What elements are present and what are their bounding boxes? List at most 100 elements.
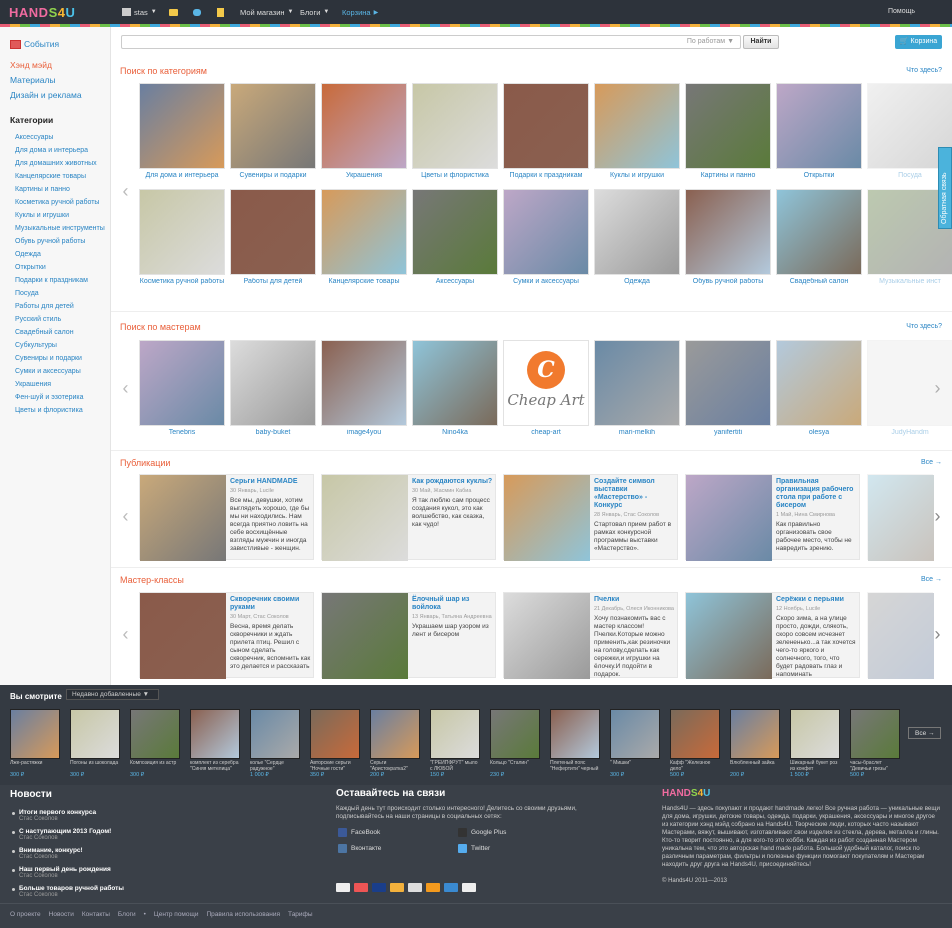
category-label[interactable]: Куклы и игрушки [594, 172, 680, 179]
news-item-title[interactable]: Больше товаров ручной работы [19, 885, 322, 892]
sidebar-category-item[interactable]: Куклы и игрушки [15, 209, 111, 222]
category-tile[interactable]: Цветы и флористика [412, 83, 498, 179]
master-label[interactable]: baby-buket [230, 429, 316, 436]
category-tile[interactable]: Работы для детей [230, 189, 316, 285]
viewed-item[interactable]: Композиция из астр 300 ₽ [130, 709, 180, 778]
viewed-item[interactable]: Кольцо "Сталин" 230 ₽ [490, 709, 540, 778]
gplus-link[interactable]: Google Plus [458, 828, 506, 837]
vk-link[interactable]: Вконтакте [338, 844, 381, 853]
footer-link[interactable]: Новости [49, 911, 74, 918]
categories-hint-link[interactable]: Что здесь? [906, 67, 942, 74]
sidebar-category-item[interactable]: Русский стиль [15, 313, 111, 326]
viewed-item-name[interactable]: Композиция из астр [130, 760, 180, 772]
master-tile[interactable]: Tenebris [139, 340, 225, 436]
sidebar-category-item[interactable]: Фен-шуй и эзотерика [15, 391, 111, 404]
viewed-item-name[interactable]: Влюбленный зайка [730, 760, 780, 772]
news-item-title[interactable]: Итоги первого конкурса [19, 809, 322, 816]
publications-all-link[interactable]: Все → [921, 459, 942, 466]
master-tile[interactable]: JudyHandm [867, 340, 952, 436]
category-tile[interactable]: Свадебный салон [776, 189, 862, 285]
blogs-menu[interactable]: Блоги ▼ [300, 0, 329, 24]
category-tile[interactable]: Канцелярские товары [321, 189, 407, 285]
publication-card[interactable]: Серьги HANDMADE 30 Январь, Lucile Все мы, … [139, 474, 314, 561]
category-label[interactable]: Канцелярские товары [321, 278, 407, 285]
masterclasses-next-arrow[interactable]: › [933, 620, 942, 648]
publication-title[interactable]: Правильная организация рабочего стола пр… [776, 478, 858, 553]
cart-button[interactable]: 🛒 Корзина [895, 35, 942, 49]
category-label[interactable]: Подарки к праздникам [503, 172, 589, 179]
viewed-item-name[interactable]: Плетеный пояс "Нефертити" черный макраме [550, 760, 600, 772]
category-tile[interactable]: Косметика ручной работы [139, 189, 225, 285]
publication-title[interactable]: Как рождаются куклы? 30 Май, Жасмин Кабиа… [412, 478, 494, 529]
publication-title[interactable]: Создайте символ выставки «Мастерство» - … [594, 478, 676, 553]
masterclass-title[interactable]: Ёлочный шар из войлока 13 Январь, Татьяна… [412, 596, 494, 639]
footer-link[interactable]: Центр помощи [154, 911, 199, 918]
sidebar-category-item[interactable]: Для домашних животных [15, 157, 111, 170]
news-item[interactable]: Внимание, конкурс! Стас Соколов [12, 847, 322, 866]
news-item[interactable]: Больше товаров ручной работы Стас Соколов [12, 885, 322, 904]
masterclass-card[interactable]: Ёлочный шар из войлока 13 Январь, Татьяна… [321, 592, 496, 679]
sidebar-category-item[interactable]: Субкультуры [15, 339, 111, 352]
viewed-item-name[interactable]: Погоны из шоколада [70, 760, 120, 772]
master-tile[interactable]: image4you [321, 340, 407, 436]
viewed-item[interactable]: Шикарный букет роз из конфет 1 500 ₽ [790, 709, 840, 778]
design-link[interactable]: Дизайн и реклама [10, 88, 82, 103]
recently-viewed-select[interactable]: Недавно добавленные ▼ [66, 689, 159, 700]
category-label[interactable]: Открытки [776, 172, 862, 179]
masterclass-title[interactable]: Пчелки 21 Декабрь, Олеся Иконникова Хочу п… [594, 596, 676, 679]
viewed-item[interactable]: " Мишки" 300 ₽ [610, 709, 660, 778]
shop-icon[interactable] [169, 0, 178, 24]
viewed-item-name[interactable]: Кафф "Железное дело" [670, 760, 720, 772]
master-label[interactable]: olesya [776, 429, 862, 436]
master-tile[interactable]: yanifertiti [685, 340, 771, 436]
footer-link[interactable]: Правила использования [207, 911, 281, 918]
masterclass-card[interactable] [867, 592, 934, 679]
category-label[interactable]: Работы для детей [230, 278, 316, 285]
master-tile[interactable]: Nino4ka [412, 340, 498, 436]
news-item-title[interactable]: Внимание, конкурс! [19, 847, 322, 854]
category-label[interactable]: Для дома и интерьера [139, 172, 225, 179]
master-tile[interactable]: baby-buket [230, 340, 316, 436]
masterclass-card[interactable]: Пчелки 21 Декабрь, Олеся Иконникова Хочу п… [503, 592, 678, 679]
category-tile[interactable]: Одежда [594, 189, 680, 285]
categories-prev-arrow[interactable]: ‹ [121, 177, 130, 205]
footer-link[interactable]: Тарифы [288, 911, 313, 918]
sidebar-category-item[interactable]: Подарки к праздникам [15, 274, 111, 287]
messages-icon[interactable] [193, 0, 201, 24]
master-label[interactable]: mari-melkih [594, 429, 680, 436]
sidebar-category-item[interactable]: Сумки и аксессуары [15, 365, 111, 378]
category-label[interactable]: Цветы и флористика [412, 172, 498, 179]
viewed-item-name[interactable]: Кольцо "Сталин" [490, 760, 540, 772]
viewed-item-name[interactable]: Шикарный букет роз из конфет [790, 760, 840, 772]
category-label[interactable]: Свадебный салон [776, 278, 862, 285]
news-item[interactable]: Итоги первого конкурса Стас Соколов [12, 809, 322, 828]
materials-link[interactable]: Материалы [10, 73, 82, 88]
viewed-item[interactable]: Авторские серьги "Ночные гости" 350 ₽ [310, 709, 360, 778]
sidebar-category-item[interactable]: Картины и панно [15, 183, 111, 196]
viewed-item[interactable]: "ГРЕЙПФРУТ" мыло с ЛЮБОЙ 150 ₽ [430, 709, 480, 778]
help-link[interactable]: Помощь [888, 8, 915, 15]
category-label[interactable]: Аксессуары [412, 278, 498, 285]
master-tile[interactable]: C Cheap Art cheap-art [503, 340, 589, 436]
recently-viewed-more-button[interactable]: Все → [908, 727, 941, 739]
viewed-item-name[interactable]: колье "Сердце радужное" [250, 760, 300, 772]
category-label[interactable]: Одежда [594, 278, 680, 285]
events-link[interactable]: События [10, 37, 82, 52]
viewed-item[interactable]: Плетеный пояс "Нефертити" черный макраме [550, 709, 600, 772]
publication-card[interactable]: Как рождаются куклы? 30 Май, Жасмин Кабиа… [321, 474, 496, 561]
category-tile[interactable]: Куклы и игрушки [594, 83, 680, 179]
category-tile[interactable]: Картины и панно [685, 83, 771, 179]
master-tile[interactable]: mari-melkih [594, 340, 680, 436]
sidebar-category-item[interactable]: Сувениры и подарки [15, 352, 111, 365]
sidebar-category-item[interactable]: Посуда [15, 287, 111, 300]
sidebar-category-item[interactable]: Украшения [15, 378, 111, 391]
publication-title[interactable]: Серьги HANDMADE 30 Январь, Lucile Все мы, … [230, 478, 312, 553]
twitter-link[interactable]: Twitter [458, 844, 490, 853]
category-tile[interactable]: Аксессуары [412, 189, 498, 285]
search-input[interactable]: По работам ▼ [121, 35, 741, 49]
news-item[interactable]: С наступающим 2013 Годом! Стас Соколов [12, 828, 322, 847]
master-label[interactable]: yanifertiti [685, 429, 771, 436]
master-label[interactable]: Nino4ka [412, 429, 498, 436]
viewed-item-name[interactable]: комплект из серебра "Синяя метелица" [190, 760, 240, 772]
search-button[interactable]: Найти [743, 35, 779, 49]
